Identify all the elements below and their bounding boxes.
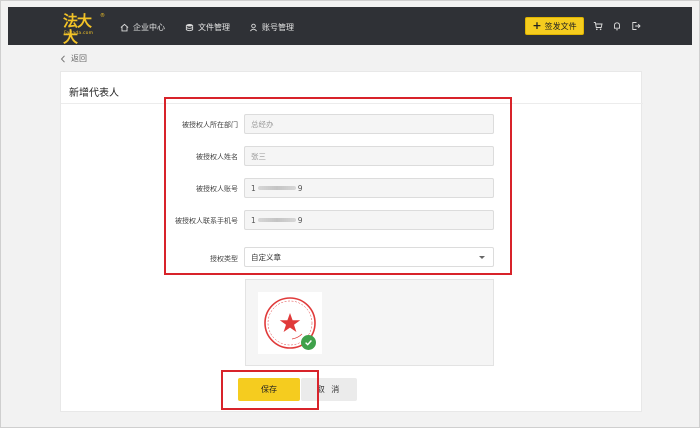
database-icon xyxy=(185,23,194,31)
brand-logo[interactable]: 法大大 ® Fadada.com xyxy=(63,13,105,45)
sign-document-label: 签发文件 xyxy=(544,21,577,31)
back-label: 返回 xyxy=(71,54,87,63)
top-nav-bar: 法大大 ® Fadada.com 企业中心 文件管理 账号管理 + 签发文件 xyxy=(8,7,692,45)
cart-icon[interactable] xyxy=(592,20,604,32)
logo-domain: Fadada.com xyxy=(64,31,94,36)
nav-item-label: 企业中心 xyxy=(133,22,165,32)
logout-icon[interactable] xyxy=(630,20,642,32)
nav-item-file-management[interactable]: 文件管理 xyxy=(185,21,230,33)
nav-item-account-management[interactable]: 账号管理 xyxy=(249,21,294,33)
seal-preview-box xyxy=(245,279,494,366)
cancel-label: 取 消 xyxy=(316,385,342,394)
nav-item-enterprise-center[interactable]: 企业中心 xyxy=(120,21,165,33)
chevron-left-icon xyxy=(60,54,65,63)
selected-check-icon xyxy=(301,335,316,350)
sign-document-button[interactable]: + 签发文件 xyxy=(525,17,584,35)
page-title: 新增代表人 xyxy=(69,88,119,99)
highlight-box-save xyxy=(221,370,319,410)
nav-item-label: 文件管理 xyxy=(198,22,230,32)
user-icon xyxy=(250,23,257,31)
bell-icon[interactable] xyxy=(611,20,623,32)
plus-icon: + xyxy=(532,19,542,32)
logo-registered-mark: ® xyxy=(100,13,105,19)
highlight-box-form xyxy=(164,97,512,275)
nav-item-label: 账号管理 xyxy=(262,22,294,32)
logo-text: 法大大 xyxy=(63,12,92,46)
home-icon xyxy=(120,23,129,31)
back-link[interactable]: 返回 xyxy=(60,53,87,64)
